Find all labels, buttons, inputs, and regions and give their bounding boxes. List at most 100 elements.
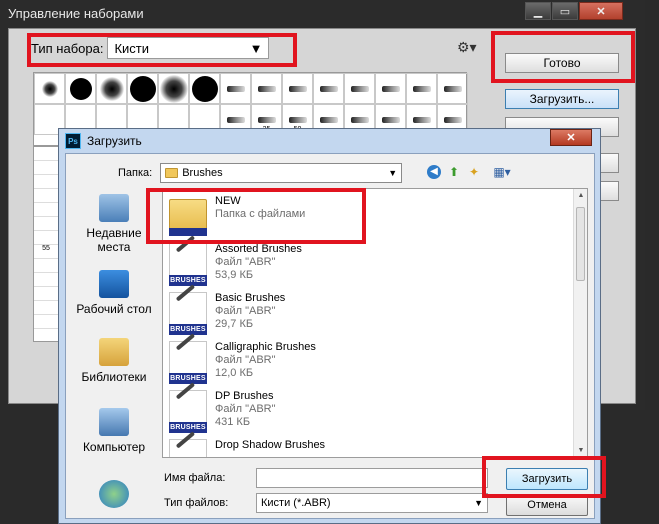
dropdown-arrow-icon: ▼ (249, 40, 263, 56)
brush-cell[interactable] (158, 73, 189, 104)
soft-brush-icon (159, 74, 188, 103)
brush-row[interactable] (34, 301, 58, 315)
brush-cell[interactable] (344, 73, 375, 104)
brush-cell[interactable] (220, 73, 251, 104)
brush-row[interactable] (34, 315, 58, 329)
hard-brush-icon (191, 75, 218, 102)
brush-file-icon: BRUSHES (167, 235, 209, 286)
brush-cell[interactable] (313, 73, 344, 104)
brush-tip-icon (257, 116, 276, 123)
brush-row[interactable] (34, 217, 58, 231)
brush-row[interactable] (34, 203, 58, 217)
brush-cell[interactable] (251, 73, 282, 104)
list-item[interactable]: BRUSHES Assorted Brushes Файл "ABR" 53,9… (167, 235, 302, 286)
dialog-body: Папка: Brushes ▼ ◀ ⬆ ✦ ▦▾ Недавние места… (65, 153, 606, 519)
place-libraries[interactable]: Библиотеки (70, 338, 158, 384)
soft-brush-icon (41, 80, 58, 97)
done-button[interactable]: Готово (505, 53, 619, 73)
brush-tip-icon (319, 116, 338, 123)
brush-tip-icon (288, 116, 307, 123)
brush-cell[interactable] (34, 73, 65, 104)
new-folder-icon[interactable]: ✦ (466, 164, 482, 180)
load-preset-button[interactable]: Загрузить... (505, 89, 619, 109)
cancel-button[interactable]: Отмена (506, 494, 588, 516)
filetype-select[interactable]: Кисти (*.ABR) ▼ (256, 493, 488, 513)
brush-tip-icon (381, 85, 400, 92)
list-item[interactable]: Drop Shadow Brushes (167, 431, 325, 457)
brush-row[interactable] (34, 189, 58, 203)
hard-brush-icon (69, 77, 92, 100)
place-network[interactable] (70, 480, 158, 512)
folder-select[interactable]: Brushes ▼ (160, 163, 403, 183)
brushes-badge: BRUSHES (169, 275, 207, 286)
load-dialog: Ps Загрузить ✕ Папка: Brushes ▼ ◀ ⬆ ✦ ▦▾… (58, 128, 606, 524)
dialog-close-button[interactable]: ✕ (550, 129, 592, 146)
file-type: Файл "ABR" (215, 305, 276, 317)
scroll-up-icon[interactable]: ▲ (574, 192, 587, 199)
brush-list-left-column: 55 (33, 146, 59, 342)
file-size: 12,0 КБ (215, 367, 254, 379)
place-label: Библиотеки (81, 370, 147, 384)
list-item[interactable]: BRUSHES Basic Brushes Файл "ABR" 29,7 КБ (167, 284, 286, 335)
file-name: Basic Brushes (215, 292, 286, 304)
brush-cell[interactable] (96, 73, 127, 104)
brushes-badge: BRUSHES (169, 373, 207, 384)
brush-row[interactable] (34, 147, 58, 161)
brush-row[interactable] (34, 231, 58, 245)
load-button[interactable]: Загрузить (506, 468, 588, 490)
brush-tip-icon (381, 116, 400, 123)
gear-icon[interactable]: ⚙▾ (457, 39, 477, 56)
view-menu-icon[interactable]: ▦▾ (488, 164, 516, 180)
soft-brush-icon (99, 76, 124, 101)
filetype-label: Тип файлов: (164, 497, 229, 509)
maximize-button[interactable]: ▭ (552, 2, 578, 20)
brush-tip-icon (350, 85, 369, 92)
brush-cell[interactable] (437, 73, 468, 104)
preset-type-label: Тип набора: (31, 40, 104, 56)
brush-cell[interactable] (65, 73, 96, 104)
brush-cell[interactable] (282, 73, 313, 104)
brush-row[interactable] (34, 273, 58, 287)
brush-row[interactable] (34, 161, 58, 175)
brush-row[interactable] (34, 175, 58, 189)
folder-icon (165, 168, 179, 178)
brush-cell[interactable] (375, 73, 406, 104)
preset-type-value: Кисти (114, 40, 150, 56)
brush-row[interactable] (34, 259, 58, 273)
brush-tip-icon (319, 85, 338, 92)
places-bar: Недавние места Рабочий стол Библиотеки К… (70, 188, 158, 514)
brush-row[interactable] (34, 287, 58, 301)
file-name: Assorted Brushes (215, 243, 302, 255)
brush-tip-icon (412, 116, 431, 123)
brush-file-icon: BRUSHES (167, 333, 209, 384)
list-item[interactable]: BRUSHES DP Brushes Файл "ABR" 431 КБ (167, 382, 276, 433)
place-recent[interactable]: Недавние места (70, 194, 158, 254)
file-size: 431 КБ (215, 416, 251, 428)
brush-file-icon: BRUSHES (167, 382, 209, 433)
brushes-badge: BRUSHES (169, 422, 207, 433)
minimize-button[interactable]: ▁ (525, 2, 551, 20)
filename-input[interactable] (256, 468, 488, 488)
brush-cell[interactable] (127, 73, 158, 104)
folder-icon (167, 195, 209, 238)
list-item[interactable]: NEW Папка с файлами (167, 195, 305, 238)
scroll-down-icon[interactable]: ▼ (574, 447, 587, 454)
scroll-thumb[interactable] (576, 207, 585, 281)
brush-tip-icon (443, 116, 462, 123)
close-button[interactable]: ✕ (579, 2, 623, 20)
file-type: Файл "ABR" (215, 354, 276, 366)
brush-cell[interactable] (406, 73, 437, 104)
back-icon[interactable]: ◀ (426, 164, 442, 180)
place-desktop[interactable]: Рабочий стол (70, 270, 158, 316)
brush-cell[interactable] (189, 73, 220, 104)
up-folder-icon[interactable]: ⬆ (446, 164, 462, 180)
list-item[interactable]: BRUSHES Calligraphic Brushes Файл "ABR" … (167, 333, 316, 384)
file-name: Calligraphic Brushes (215, 341, 316, 353)
place-label: Недавние места (86, 226, 142, 254)
place-computer[interactable]: Компьютер (70, 408, 158, 454)
preset-type-select[interactable]: Кисти ▼ (107, 37, 270, 59)
scrollbar[interactable]: ▲ ▼ (573, 189, 587, 457)
brush-tip-icon (350, 116, 369, 123)
brush-row[interactable]: 55 (34, 245, 58, 259)
brush-tip-icon (226, 85, 245, 92)
